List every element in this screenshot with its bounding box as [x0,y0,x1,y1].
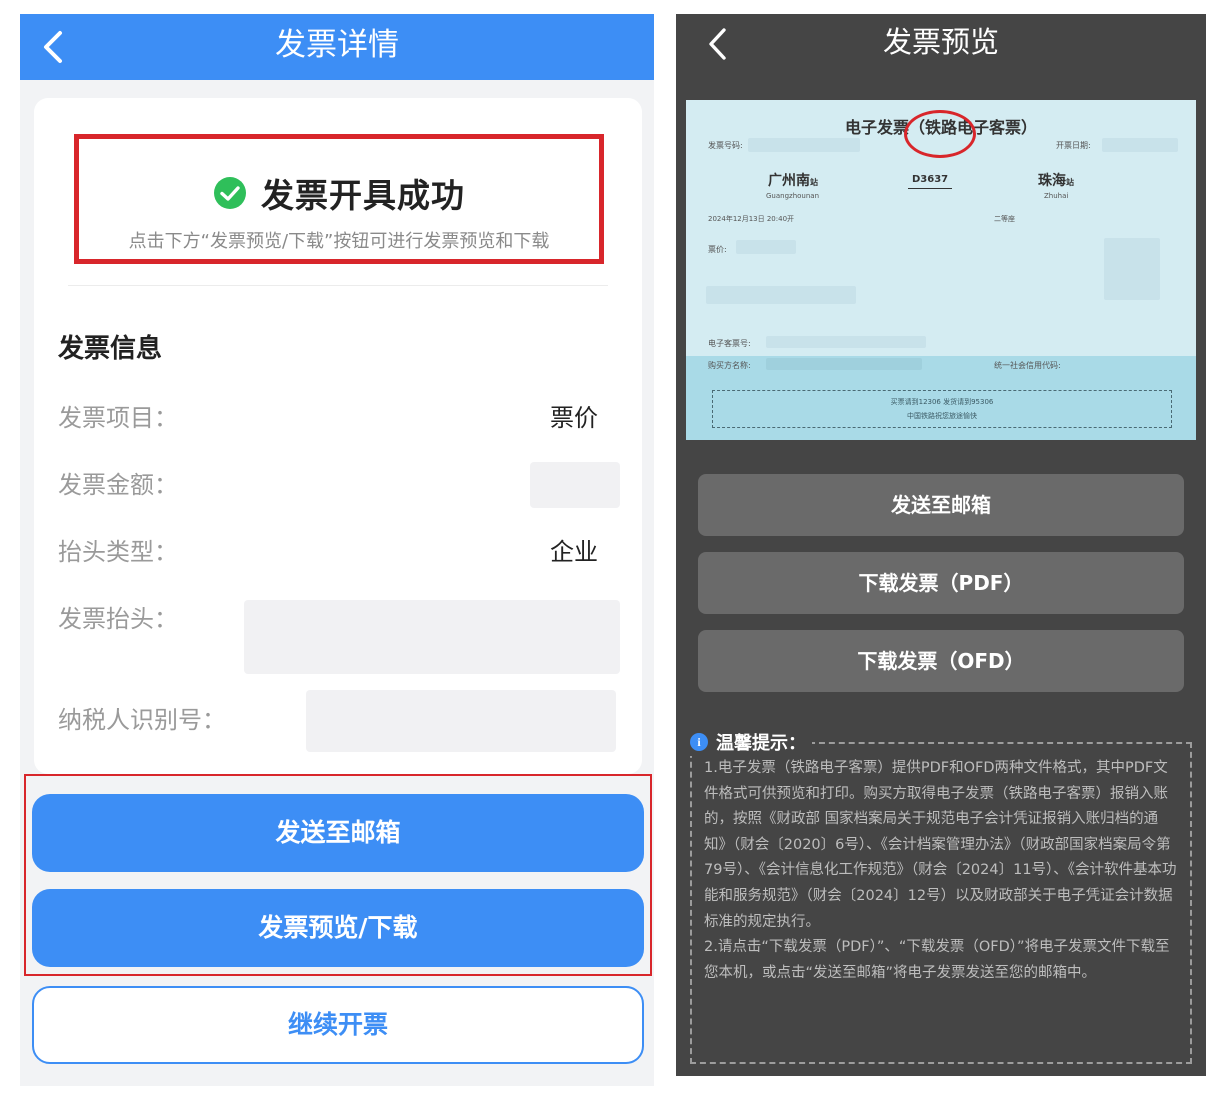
invoice-detail-screen: 发票详情 发票开具成功 点击下方“发票预览/下载”按钮可进行发票预览和下载 发票… [20,14,654,1086]
passenger-redacted [706,286,856,304]
taxpayer-id-redacted [306,690,616,752]
tips-title: 温馨提示： [716,733,806,754]
eticket-redacted [766,336,926,348]
send-email-button[interactable]: 发送至邮箱 [32,794,644,872]
success-subtitle: 点击下方“发票预览/下载”按钮可进行发票预览和下载 [128,231,550,252]
info-icon: i [690,733,708,751]
success-highlight-box: 发票开具成功 点击下方“发票预览/下载”按钮可进行发票预览和下载 [74,134,604,264]
depart-datetime: 2024年12月13日 20:40开 [708,215,795,223]
invoice-title-label: 发票抬头： [58,605,178,633]
ticket-footer-line2: 中国铁路祝您旅途愉快 [907,412,977,420]
item-value: 票价 [550,404,598,432]
from-station: 广州南站 [768,170,818,190]
tips-header: i 温馨提示： [690,728,812,756]
seat-class: 二等座 [994,215,1015,223]
ticket-footer-box: 买票请到12306 发货请到95306 中国铁路祝您旅途愉快 [712,390,1172,428]
fare-label: 票价: [708,245,727,254]
download-ofd-button[interactable]: 下载发票（OFD） [698,630,1184,692]
item-label: 发票项目： [58,404,178,432]
tip-paragraph-1: 1.电子发票（铁路电子客票）提供PDF和OFD两种文件格式，其中PDF文件格式可… [704,760,1177,930]
invoice-title-redacted [244,600,620,674]
section-title: 发票信息 [58,334,163,364]
tip-paragraph-2: 2.请点击“下载发票（PDF）”、“下载发票（OFD）”将电子发票文件下载至您本… [704,939,1170,981]
send-email-button[interactable]: 发送至邮箱 [698,474,1184,536]
credit-code-label: 统一社会信用代码: [994,361,1061,370]
from-station-suffix: 站 [810,178,818,187]
buyer-label: 购买方名称: [708,361,751,370]
ticket-footer-line1: 买票请到12306 发货请到95306 [890,398,994,406]
continue-invoice-button[interactable]: 继续开票 [32,986,644,1064]
invoice-preview-image: 电子发票（铁路电子客票） 发票号码: 开票日期: 广州南站 Guangzhoun… [686,100,1196,440]
qr-code-redacted [1104,238,1160,300]
invoice-preview-screen: 发票预览 电子发票（铁路电子客票） 发票号码: 开票日期: 广州南站 Guang… [676,14,1206,1076]
divider [68,285,608,286]
issue-date-redacted [1102,138,1178,152]
issue-date-label: 开票日期: [1056,141,1091,150]
to-pinyin: Zhuhai [1044,192,1069,200]
from-pinyin: Guangzhounan [766,192,820,200]
to-station: 珠海站 [1038,170,1074,190]
check-circle-icon [214,177,246,209]
title-type-value: 企业 [550,538,598,566]
red-stamp-icon [904,110,976,158]
header-bar: 发票详情 [20,14,654,80]
preview-download-button[interactable]: 发票预览/下载 [32,889,644,967]
success-row: 发票开具成功 [79,173,599,215]
invoice-no-redacted [748,138,860,152]
to-station-name: 珠海 [1038,173,1066,189]
download-pdf-button[interactable]: 下载发票（PDF） [698,552,1184,614]
to-station-suffix: 站 [1066,178,1074,187]
from-station-name: 广州南 [768,173,810,189]
page-title: 发票预览 [882,25,999,59]
buyer-redacted [766,358,922,370]
eticket-label: 电子客票号: [708,339,751,348]
title-type-label: 抬头类型： [58,538,178,566]
amount-redacted [530,462,620,508]
success-title: 发票开具成功 [261,176,465,215]
page-title: 发票详情 [275,27,399,63]
tips-content: 1.电子发票（铁路电子客票）提供PDF和OFD两种文件格式，其中PDF文件格式可… [704,756,1178,986]
amount-label: 发票金额： [58,471,178,499]
train-arrow-line [908,188,952,189]
taxpayer-id-label: 纳税人识别号： [58,706,226,734]
train-number: D3637 [912,174,949,185]
fare-redacted [736,240,796,254]
invoice-no-label: 发票号码: [708,141,743,150]
